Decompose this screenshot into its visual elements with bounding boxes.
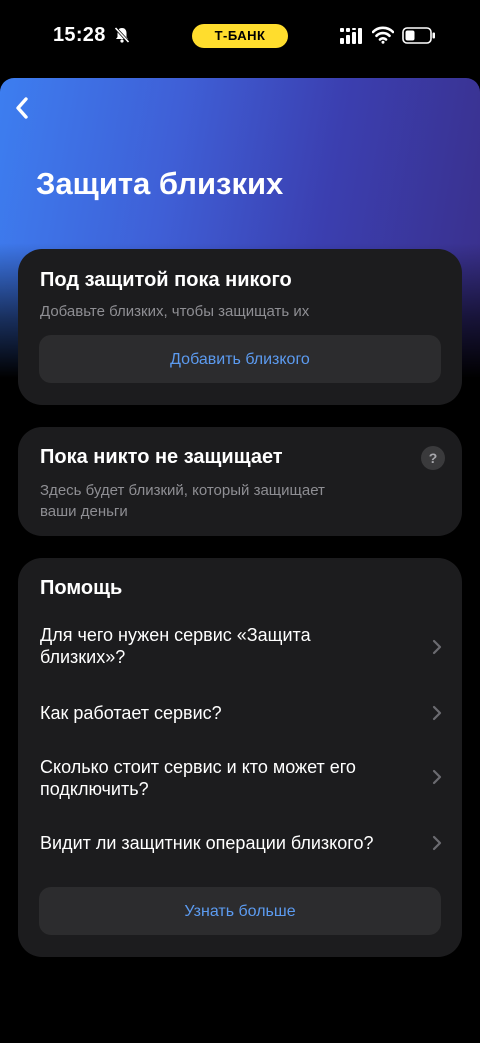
faq-item-purpose[interactable]: Для чего нужен сервис «Защита близких»? [18,624,462,670]
status-time: 15:28 [53,24,106,46]
faq-item-text: Как работает сервис? [40,703,222,723]
protectors-card-title: Пока никто не защищает [40,446,283,468]
chevron-right-icon [432,835,442,851]
help-card-title: Помощь [40,577,123,599]
question-icon[interactable]: ? [421,446,445,470]
protectors-card: Пока никто не защищает ? Здесь будет бли… [18,427,462,536]
bank-badge: Т-БАНК [192,24,288,48]
chevron-right-icon [432,639,442,655]
protected-card-subtitle: Добавьте близких, чтобы защищать их [40,303,310,320]
help-card: Помощь Для чего нужен сервис «Защита бли… [18,558,462,957]
battery-icon [402,27,435,44]
learn-more-button[interactable]: Узнать больше [39,887,441,935]
protectors-card-subtitle-line1: Здесь будет близкий, который защищает [40,482,325,499]
chevron-right-icon [432,705,442,721]
bell-off-icon [114,26,130,44]
protected-card-title: Под защитой пока никого [40,269,292,291]
screen: 15:28 Т-БАНК Защита близких Под защитой … [0,0,480,1043]
faq-item-text: Видит ли защитник операции близкого? [40,833,374,853]
page-title: Защита близких [36,166,284,201]
faq-item-text: близких»? [40,647,126,667]
faq-item-how-it-works[interactable]: Как работает сервис? [18,702,462,726]
faq-item-visibility[interactable]: Видит ли защитник операции близкого? [18,832,462,856]
add-relative-button[interactable]: Добавить близкого [39,335,441,383]
chevron-left-icon [16,97,28,119]
wifi-icon [372,26,394,44]
protected-card: Под защитой пока никого Добавьте близких… [18,249,462,405]
faq-item-cost[interactable]: Сколько стоит сервис и кто может его под… [18,756,462,802]
faq-item-text: подключить? [40,779,149,799]
faq-item-text: Сколько стоит сервис и кто может его [40,757,356,777]
status-bar: 15:28 Т-БАНК [0,0,480,72]
protectors-card-subtitle-line2: ваши деньги [40,503,128,520]
back-button[interactable] [8,92,36,124]
cellular-signal-icon [340,28,362,44]
faq-item-text: Для чего нужен сервис «Защита [40,625,311,645]
chevron-right-icon [432,769,442,785]
